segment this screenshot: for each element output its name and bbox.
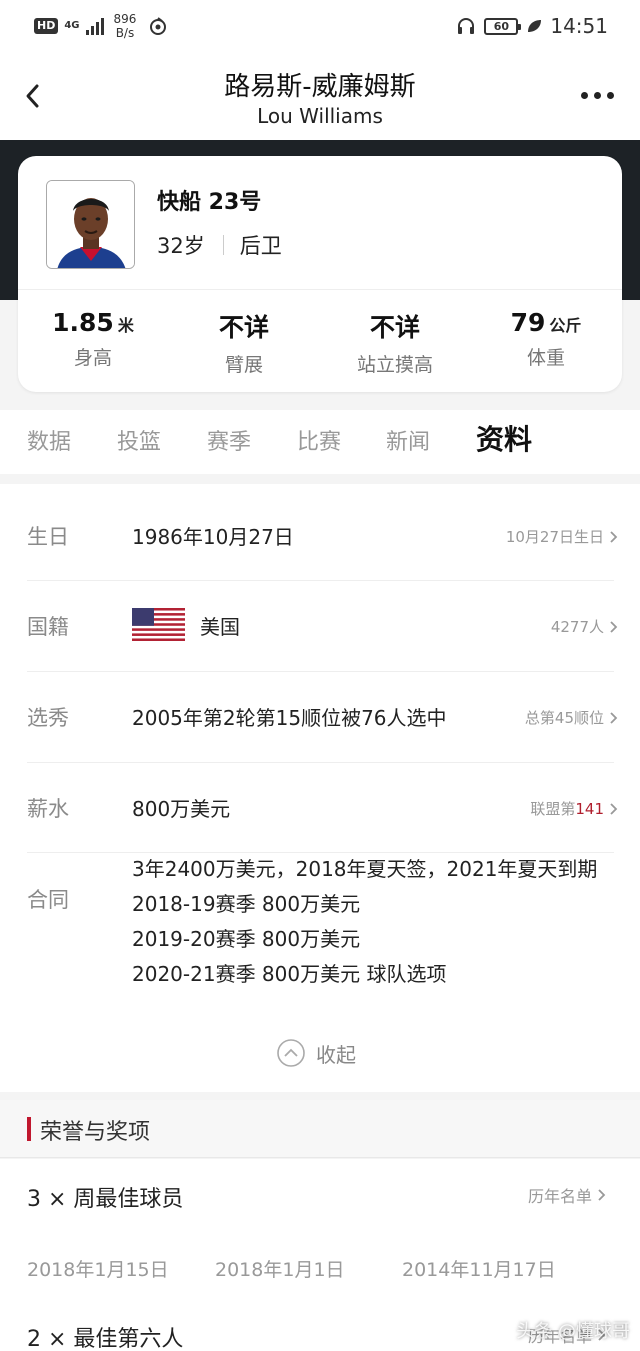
chevron-right-icon [598,1189,606,1201]
tab-profile[interactable]: 资料 [476,418,532,458]
row-label: 选秀 [27,706,69,730]
row-value: 1986年10月27日 [132,525,294,549]
tab-shooting[interactable]: 投篮 [117,424,161,456]
award-history-link[interactable]: 历年名单 [528,1183,606,1207]
profile-info: 生日 1986年10月27日 10月27日生日 国籍 美国 4277人 选秀 2… [0,484,640,1092]
player-card: 快船 23号 32岁 后卫 1.85 米 身高 不详 臂展 不详 站立摸高 79 公… [18,156,622,392]
player-position: 后卫 [239,234,282,258]
row-birthday[interactable]: 生日 1986年10月27日 10月27日生日 [0,484,640,580]
contract-line: 3年2400万美元，2018年夏天签，2021年夏天到期 [132,857,598,881]
status-right: 60 14:51 [456,14,608,38]
speed-value: 896 [113,12,137,26]
contract-line: 2019-20赛季 800万美元 [132,927,361,951]
birthday-link[interactable]: 10月27日生日 [506,526,618,547]
tab-season[interactable]: 赛季 [207,424,251,456]
measure-weight: 79 公斤 体重 [471,308,621,370]
draft-link[interactable]: 总第45顺位 [525,707,618,728]
measure-reach: 不详 站立摸高 [320,308,470,377]
measure-wingspan: 不详 臂展 [169,308,319,377]
link-text: 4277人 [550,618,604,636]
chevron-right-icon [610,711,618,724]
tab-bar: 数据 投篮 赛季 比赛 新闻 资料 [0,410,640,474]
battery-icon: 60 [484,17,522,35]
leaf-icon [528,20,542,32]
measure-unit: 公斤 [549,316,582,335]
signal-icon [85,17,104,35]
measure-unit: 米 [117,316,134,335]
link-text: 历年名单 [527,1187,592,1206]
nationality-link[interactable]: 4277人 [551,616,618,637]
row-label: 薪水 [27,797,69,821]
collapse-button[interactable]: 收起 [276,1038,356,1068]
measure-height: 1.85 米 身高 [18,308,168,370]
row-value: 2005年第2轮第15顺位被76人选中 [132,706,447,730]
measure-label: 臂展 [224,354,263,376]
measure-value: 1.85 [52,308,114,337]
us-flag-icon [132,608,185,641]
chevron-right-icon [610,802,618,815]
more-icon[interactable] [581,92,614,99]
contract-line: 2020-21赛季 800万美元 球队选项 [132,962,447,986]
contract-label: 合同 [27,888,69,912]
tab-news[interactable]: 新闻 [386,424,430,456]
network-speed: 896 B/s [114,12,137,40]
page-subtitle: Lou Williams [257,104,383,128]
headphones-icon [458,18,475,34]
row-nationality[interactable]: 国籍 美国 4277人 [0,581,640,671]
measure-value: 79 [510,308,546,337]
age-position: 32岁 后卫 [157,230,282,260]
row-label: 国籍 [27,615,69,639]
award-date: 2014年11月17日 [402,1259,556,1281]
row-value: 美国 [200,615,240,639]
status-left: HD 4G 896 B/s [34,12,168,40]
award-name: 3 × 周最佳球员 [27,1187,184,1212]
row-value: 800万美元 [132,797,231,821]
player-photo-icon [47,181,134,268]
hotspot-icon [150,17,167,35]
link-text: 联盟第141 [530,798,604,819]
player-avatar [46,180,135,269]
rank-number: 141 [575,800,604,818]
clock: 14:51 [550,14,608,38]
watermark: 头条 @懂球哥 [516,1321,630,1342]
status-bar: HD 4G 896 B/s 60 14:51 [0,0,640,54]
measure-label: 站立摸高 [356,354,433,376]
award-date: 2018年1月1日 [215,1259,345,1281]
team-number: 快船 23号 [157,190,262,215]
player-age: 32岁 [157,234,205,258]
honors-title: 荣誉与奖项 [40,1120,151,1145]
row-draft[interactable]: 选秀 2005年第2轮第15顺位被76人选中 总第45顺位 [0,672,640,762]
tab-stats[interactable]: 数据 [27,424,71,456]
award-name: 2 × 最佳第六人 [27,1327,184,1351]
divider [18,289,622,290]
measure-label: 身高 [73,347,112,369]
chevron-up-circle-icon [277,1039,305,1067]
link-text: 10月27日生日 [505,528,604,546]
nav-header: 路易斯-威廉姆斯 Lou Williams [0,54,640,140]
separator [222,235,224,255]
chevron-right-icon [610,530,618,543]
honors-header: 荣誉与奖项 [0,1100,640,1158]
award-date: 2018年1月15日 [27,1259,169,1281]
row-salary[interactable]: 薪水 800万美元 联盟第141 [0,763,640,851]
link-text: 总第45顺位 [524,709,604,727]
network-type: 4G [64,20,80,31]
collapse-label: 收起 [316,1042,356,1067]
chevron-right-icon [610,620,618,633]
page-title: 路易斯-威廉姆斯 [224,72,416,102]
row-label: 生日 [27,525,69,549]
measure-value: 不详 [369,313,420,342]
measure-value: 不详 [218,313,269,342]
measure-label: 体重 [526,347,565,369]
rank-prefix: 联盟第 [530,800,576,818]
accent-bar [27,1117,31,1141]
contract-details: 3年2400万美元，2018年夏天签，2021年夏天到期 2018-19赛季 8… [132,852,612,992]
tab-games[interactable]: 比赛 [297,424,341,456]
hd-badge: HD [34,18,59,34]
salary-link[interactable]: 联盟第141 [530,798,618,819]
contract-line: 2018-19赛季 800万美元 [132,892,361,916]
speed-unit: B/s [115,26,135,40]
